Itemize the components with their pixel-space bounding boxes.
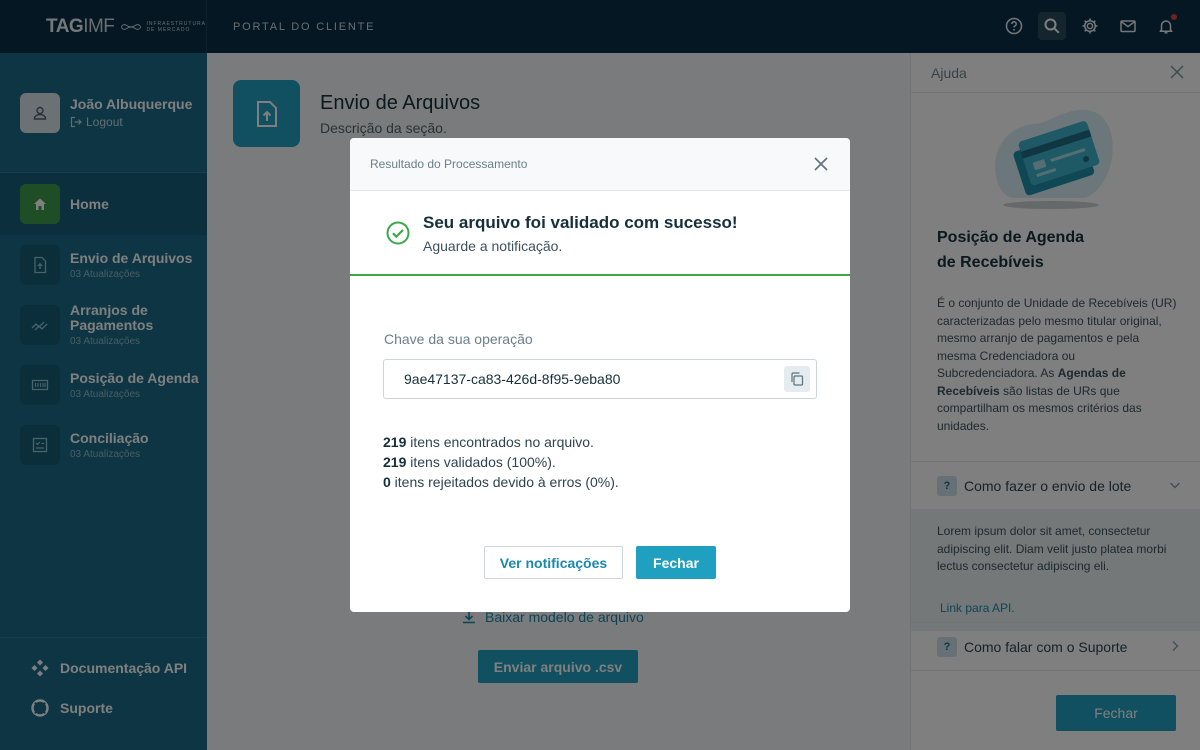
close-modal-button[interactable]: Fechar	[636, 546, 716, 579]
check-circle-icon	[386, 221, 410, 245]
success-subtitle: Aguarde a notificação.	[423, 238, 563, 254]
stat-rejected: 0 itens rejeitados devido à erros (0%).	[383, 474, 619, 490]
processing-stats: 219 itens encontrados no arquivo. 219 it…	[383, 432, 619, 492]
stat-found: 219 itens encontrados no arquivo.	[383, 434, 594, 450]
view-notifications-button[interactable]: Ver notificações	[484, 546, 623, 579]
processing-result-modal: Resultado do Processamento Seu arquivo f…	[350, 138, 850, 612]
operation-key-value: 9ae47137-ca83-426d-8f95-9eba80	[404, 371, 621, 387]
close-icon[interactable]	[814, 157, 828, 171]
success-title: Seu arquivo foi validado com sucesso!	[423, 213, 738, 232]
stat-validated: 219 itens validados (100%).	[383, 454, 556, 470]
modal-header: Resultado do Processamento	[350, 138, 850, 191]
copy-icon	[791, 372, 804, 386]
copy-button[interactable]	[784, 366, 810, 392]
modal-title: Resultado do Processamento	[370, 157, 528, 171]
operation-key-label: Chave da sua operação	[384, 331, 533, 347]
operation-key-field[interactable]: 9ae47137-ca83-426d-8f95-9eba80	[383, 359, 817, 399]
success-banner: Seu arquivo foi validado com sucesso! Ag…	[350, 191, 850, 276]
